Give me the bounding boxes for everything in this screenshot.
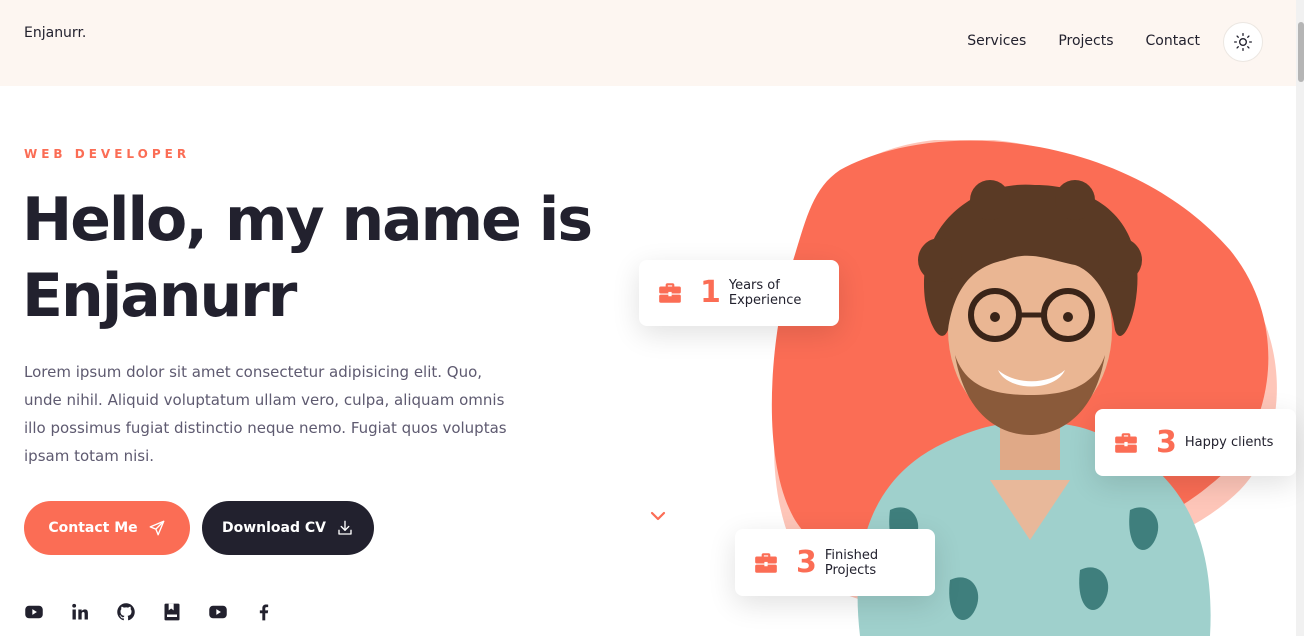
github-icon[interactable] xyxy=(116,602,136,622)
download-cv-button[interactable]: Download CV xyxy=(202,501,374,555)
nav-projects-link[interactable]: Projects xyxy=(1058,33,1113,49)
linkedin-icon[interactable] xyxy=(70,602,90,622)
social-links xyxy=(24,602,274,622)
youtube-icon[interactable] xyxy=(24,602,44,622)
clients-label: Happy clients xyxy=(1184,435,1274,450)
main-nav: Services Projects Contact xyxy=(967,33,1200,49)
hero-headline: Hello, my name is Enjanurr xyxy=(22,182,622,334)
site-logo[interactable]: Enjanurr. xyxy=(24,25,86,41)
sun-icon xyxy=(1234,33,1252,51)
stat-card-clients: 3 Happy clients xyxy=(1095,409,1296,476)
projects-label: Finished Projects xyxy=(824,547,879,578)
bookmark-icon[interactable] xyxy=(162,602,182,622)
projects-count-value: 3 xyxy=(796,544,817,580)
briefcase-icon xyxy=(1115,432,1137,453)
scroll-down-icon[interactable] xyxy=(648,508,668,524)
hero-intro: Lorem ipsum dolor sit amet consectetur a… xyxy=(24,363,507,465)
stat-card-experience: 1 Years of Experience xyxy=(639,260,839,326)
theme-toggle-button[interactable] xyxy=(1223,22,1263,62)
site-header: Enjanurr. Services Projects Contact xyxy=(0,0,1296,86)
download-icon xyxy=(338,520,352,535)
stat-card-projects: 3 Finished Projects xyxy=(735,529,935,596)
scrollbar-track[interactable] xyxy=(1296,0,1304,636)
headline-line-2: Enjanurr xyxy=(22,261,297,331)
experience-label: Years of Experience xyxy=(728,278,802,308)
headline-line-1: Hello, my name is xyxy=(22,185,593,255)
contact-me-button[interactable]: Contact Me xyxy=(24,501,190,555)
briefcase-icon xyxy=(659,283,681,303)
contact-me-label: Contact Me xyxy=(48,520,138,536)
facebook-icon[interactable] xyxy=(254,602,274,622)
clients-count-value: 3 xyxy=(1156,424,1177,460)
youtube-icon[interactable] xyxy=(208,602,228,622)
download-cv-label: Download CV xyxy=(221,520,326,536)
experience-years-value: 1 xyxy=(700,275,721,310)
nav-services-link[interactable]: Services xyxy=(967,33,1026,49)
scrollbar-thumb[interactable] xyxy=(1298,22,1304,82)
send-icon xyxy=(149,520,165,536)
briefcase-icon xyxy=(755,552,777,573)
nav-contact-link[interactable]: Contact xyxy=(1146,33,1200,49)
hero-eyebrow: WEB DEVELOPER xyxy=(24,147,191,161)
